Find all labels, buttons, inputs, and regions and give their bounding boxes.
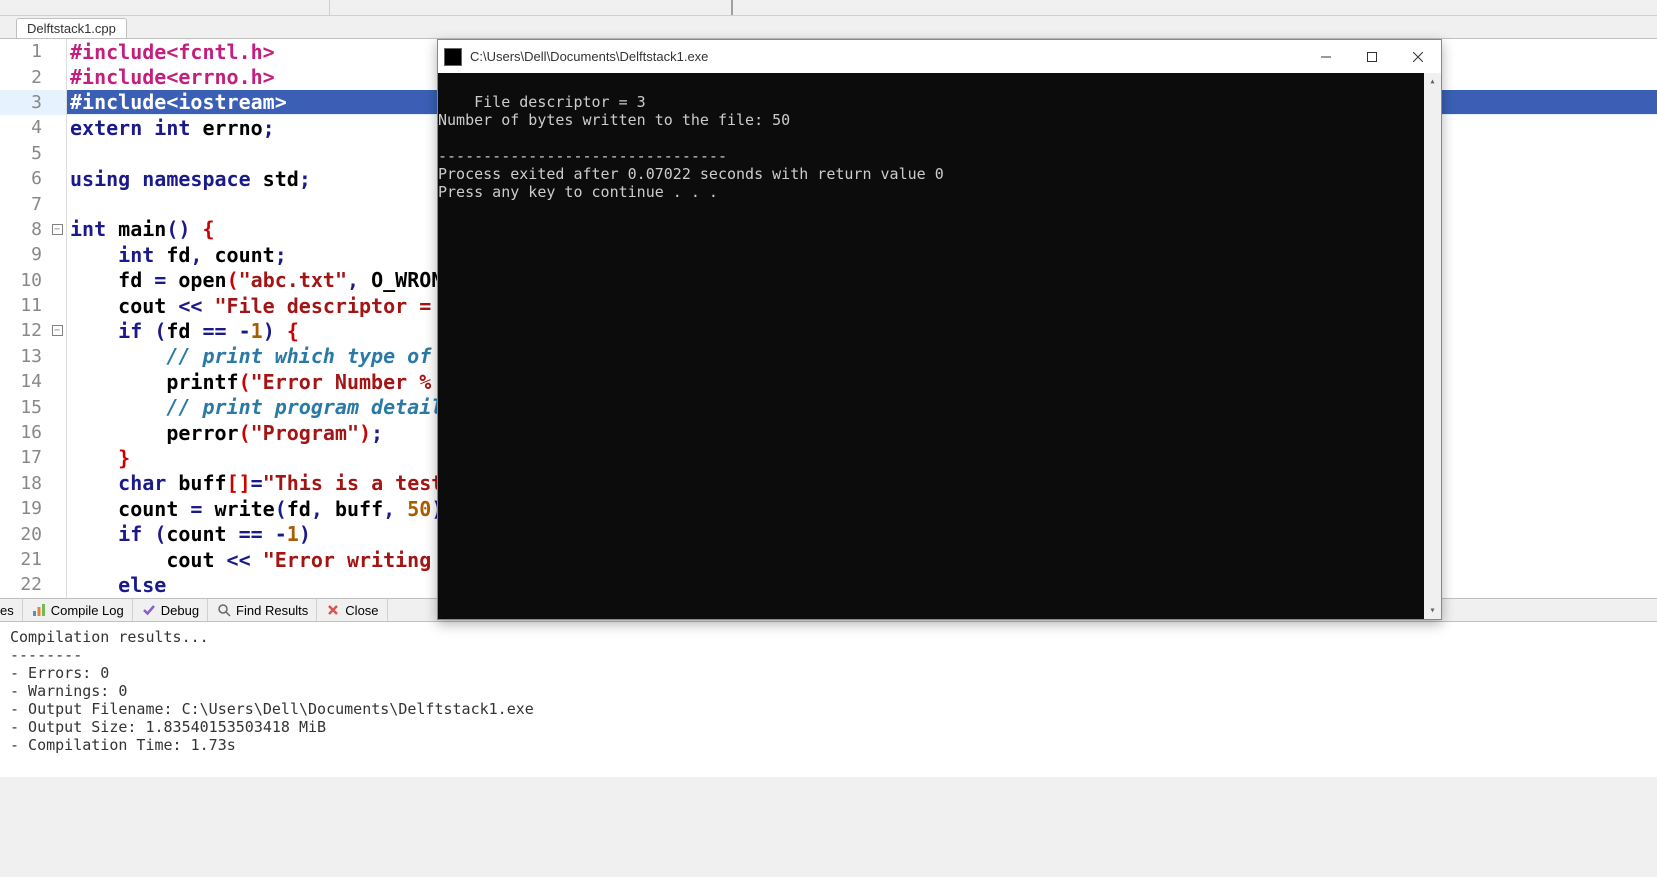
close-window-button[interactable] (1395, 42, 1441, 72)
bar-chart-icon (31, 602, 47, 618)
line-number: 1 (0, 41, 48, 62)
compile-log-label: Compile Log (51, 603, 124, 618)
console-scrollbar[interactable]: ▴ ▾ (1424, 73, 1441, 619)
search-icon (216, 602, 232, 618)
toolbar-section-2 (330, 0, 733, 15)
line-number: 6 (0, 168, 48, 189)
console-titlebar[interactable]: C:\Users\Dell\Documents\Delftstack1.exe (438, 40, 1441, 73)
bottom-tab-cut[interactable]: es (0, 599, 23, 621)
line-number: 14 (0, 371, 48, 392)
line-number: 20 (0, 524, 48, 545)
bottom-tab-close[interactable]: Close (317, 599, 387, 621)
find-results-label: Find Results (236, 603, 308, 618)
compile-log-panel[interactable]: Compilation results... -------- - Errors… (0, 622, 1657, 777)
close-x-icon (325, 602, 341, 618)
fold-toggle-icon[interactable]: − (52, 224, 63, 235)
console-title: C:\Users\Dell\Documents\Delftstack1.exe (470, 49, 1303, 64)
line-number: 7 (0, 194, 48, 215)
editor-tab[interactable]: Delftstack1.cpp (16, 18, 127, 38)
line-number: 3 (0, 92, 48, 113)
check-icon (141, 602, 157, 618)
console-app-icon (444, 48, 462, 66)
editor-tab-bar: Delftstack1.cpp (0, 16, 1657, 38)
line-number: 9 (0, 244, 48, 265)
line-number: 2 (0, 67, 48, 88)
bottom-tab-cut-label: es (0, 603, 14, 618)
maximize-icon (1367, 52, 1377, 62)
line-number: 10 (0, 270, 48, 291)
bottom-tab-compile-log[interactable]: Compile Log (23, 599, 133, 621)
fold-toggle-icon[interactable]: − (52, 325, 63, 336)
console-text: File descriptor = 3 Number of bytes writ… (438, 93, 944, 201)
line-number: 12 (0, 320, 48, 341)
line-number: 8 (0, 219, 48, 240)
line-number: 13 (0, 346, 48, 367)
line-number: 11 (0, 295, 48, 316)
console-output[interactable]: File descriptor = 3 Number of bytes writ… (438, 73, 1441, 619)
console-window-controls (1303, 42, 1441, 72)
line-number: 4 (0, 117, 48, 138)
line-number: 18 (0, 473, 48, 494)
close-icon (1413, 52, 1423, 62)
maximize-button[interactable] (1349, 42, 1395, 72)
minimize-button[interactable] (1303, 42, 1349, 72)
close-label: Close (345, 603, 378, 618)
scroll-down-arrow-icon[interactable]: ▾ (1424, 602, 1441, 619)
debug-label: Debug (161, 603, 199, 618)
line-number: 22 (0, 574, 48, 595)
line-number: 15 (0, 397, 48, 418)
fold-column: − (48, 224, 66, 235)
bottom-tab-debug[interactable]: Debug (133, 599, 208, 621)
line-number: 16 (0, 422, 48, 443)
line-number: 17 (0, 447, 48, 468)
bottom-tab-find-results[interactable]: Find Results (208, 599, 317, 621)
line-number: 19 (0, 498, 48, 519)
top-toolbar (0, 0, 1657, 16)
console-window: C:\Users\Dell\Documents\Delftstack1.exe … (437, 39, 1442, 620)
gutter-divider (66, 39, 67, 598)
fold-column: − (48, 325, 66, 336)
minimize-icon (1321, 52, 1331, 62)
line-number: 5 (0, 143, 48, 164)
scroll-up-arrow-icon[interactable]: ▴ (1424, 73, 1441, 90)
line-number: 21 (0, 549, 48, 570)
toolbar-section-1 (0, 0, 330, 15)
